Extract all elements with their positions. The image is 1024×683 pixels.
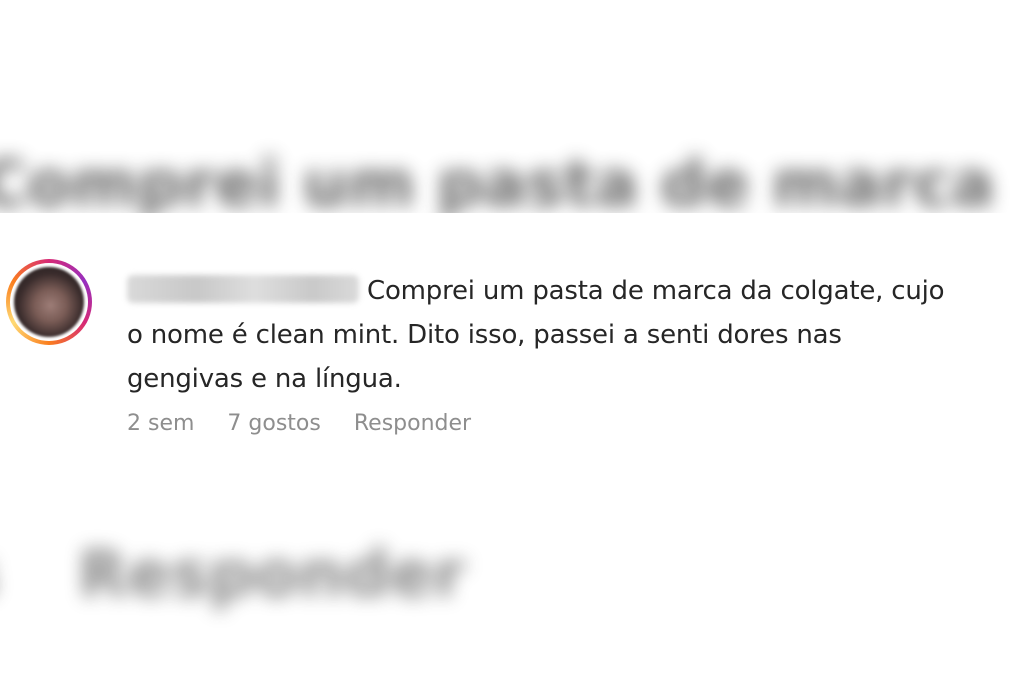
comment-meta: 2 sem 7 gostos Responder — [127, 411, 471, 436]
likes-count[interactable]: 7 gostos — [227, 411, 320, 436]
story-ring[interactable] — [6, 259, 92, 345]
screenshot: Comprei um pasta de marca sResponder Com… — [0, 0, 1024, 683]
comment-text-line-1: Comprei um pasta de marca da colgate, cu… — [367, 276, 945, 306]
comment-text-line-2: o nome é clean mint. Dito isso, passei a… — [127, 320, 842, 350]
comment-text-line-3: gengivas e na língua. — [127, 364, 402, 394]
comment-card: Comprei um pasta de marca da colgate, cu… — [0, 213, 1024, 468]
comment-timestamp: 2 sem — [127, 411, 195, 436]
avatar[interactable] — [14, 267, 84, 337]
comment-body: Comprei um pasta de marca da colgate, cu… — [127, 269, 1007, 401]
blurred-background-text-bottom: sResponder — [78, 538, 465, 612]
reply-button[interactable]: Responder — [354, 411, 471, 436]
username-redacted[interactable] — [127, 275, 359, 303]
